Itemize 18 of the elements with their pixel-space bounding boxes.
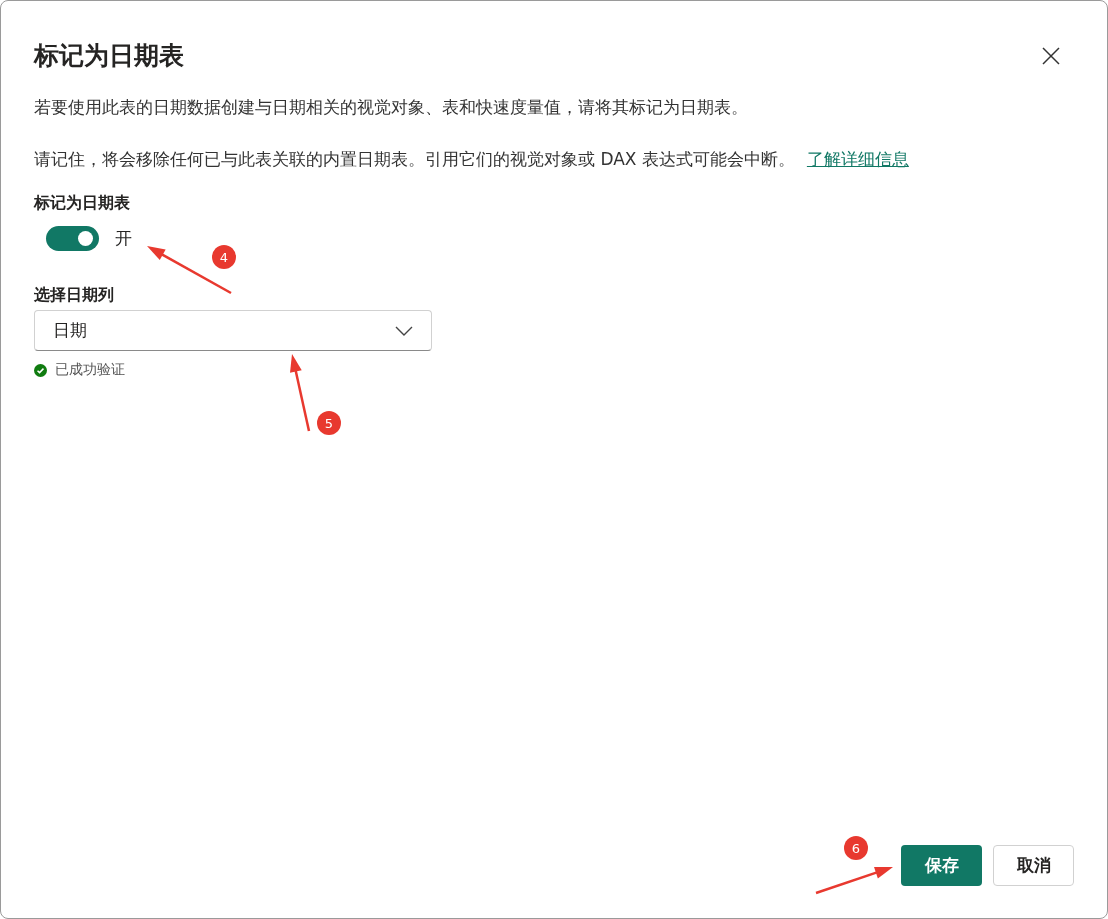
- toggle-switch[interactable]: [46, 226, 99, 251]
- annotation-number-badge: 4: [212, 245, 236, 269]
- learn-more-link[interactable]: 了解详细信息: [806, 149, 909, 169]
- toggle-label: 标记为日期表: [34, 193, 131, 214]
- warning-text: 请记住，将会移除任何已与此表关联的内置日期表。引用它们的视觉对象或 DAX 表达式可能会中断。: [34, 149, 795, 169]
- chevron-down-icon: [395, 325, 413, 336]
- close-icon: [1042, 47, 1060, 65]
- success-check-icon: [34, 363, 47, 377]
- date-column-label: 选择日期列: [34, 285, 115, 306]
- toggle-state-text: 开: [115, 227, 132, 250]
- date-column-dropdown[interactable]: 日期: [34, 310, 432, 351]
- description-text: 若要使用此表的日期数据创建与日期相关的视觉对象、表和快速度量值，请将其标记为日期表。: [34, 96, 749, 119]
- cancel-button[interactable]: 取消: [993, 845, 1074, 886]
- dialog-title: 标记为日期表: [34, 40, 184, 72]
- annotation-number-badge: 5: [317, 411, 341, 435]
- validation-message: 已成功验证: [55, 361, 125, 379]
- save-button[interactable]: 保存: [901, 845, 982, 886]
- annotation-number-badge: 6: [844, 836, 868, 860]
